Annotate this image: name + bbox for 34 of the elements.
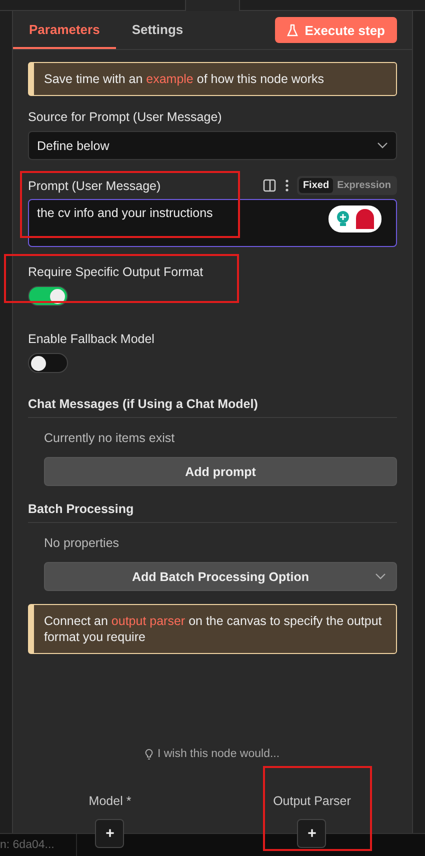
- split-view-icon[interactable]: [262, 179, 276, 192]
- drag-handle[interactable]: [185, 0, 240, 11]
- toggle-switch[interactable]: [28, 353, 68, 373]
- status-text: n: 6da04...: [0, 834, 77, 856]
- toggle-label: Enable Fallback Model: [28, 332, 156, 346]
- toggle-switch[interactable]: [28, 286, 68, 306]
- add-button[interactable]: Add Batch Processing Option: [44, 562, 397, 591]
- parser-notice: Connect an output parser on the canvas to specify the output format you require: [28, 604, 397, 654]
- chevron-down-icon: [377, 142, 388, 149]
- tab[interactable]: Settings: [116, 11, 200, 49]
- empty-text: Currently no items exist: [44, 431, 176, 445]
- toggle-label: Require Specific Output Format: [28, 265, 204, 279]
- tab[interactable]: Parameters: [13, 11, 116, 49]
- field-label: Source for Prompt (User Message): [28, 110, 223, 124]
- feedback-link[interactable]: I wish this node would...: [145, 748, 280, 760]
- flask-icon: [286, 24, 298, 36]
- connector-label: Output Parser: [273, 794, 351, 808]
- add-connection-button[interactable]: +: [95, 819, 124, 848]
- source-select[interactable]: Define below: [28, 131, 397, 160]
- section-heading: Batch Processing: [28, 502, 397, 523]
- field-label: Prompt (User Message): [28, 178, 161, 192]
- mode-toggle[interactable]: Expression: [333, 178, 395, 193]
- section-heading: Chat Messages (if Using a Chat Model): [28, 397, 397, 418]
- connector-label: Model *: [88, 794, 132, 808]
- chevron-down-icon: [375, 573, 386, 580]
- lightbulb-icon: [145, 748, 154, 760]
- add-connection-button[interactable]: +: [297, 819, 326, 848]
- mode-toggle[interactable]: Fixed: [298, 178, 334, 193]
- more-options-icon[interactable]: [284, 179, 289, 192]
- prompt-textarea[interactable]: the cv info and your instructions: [28, 199, 397, 247]
- assistant-badge-icon[interactable]: [328, 205, 382, 233]
- add-button[interactable]: Add prompt: [44, 457, 397, 486]
- example-notice: Save time with an example of how this node works: [28, 62, 397, 96]
- empty-text: No properties: [44, 536, 120, 550]
